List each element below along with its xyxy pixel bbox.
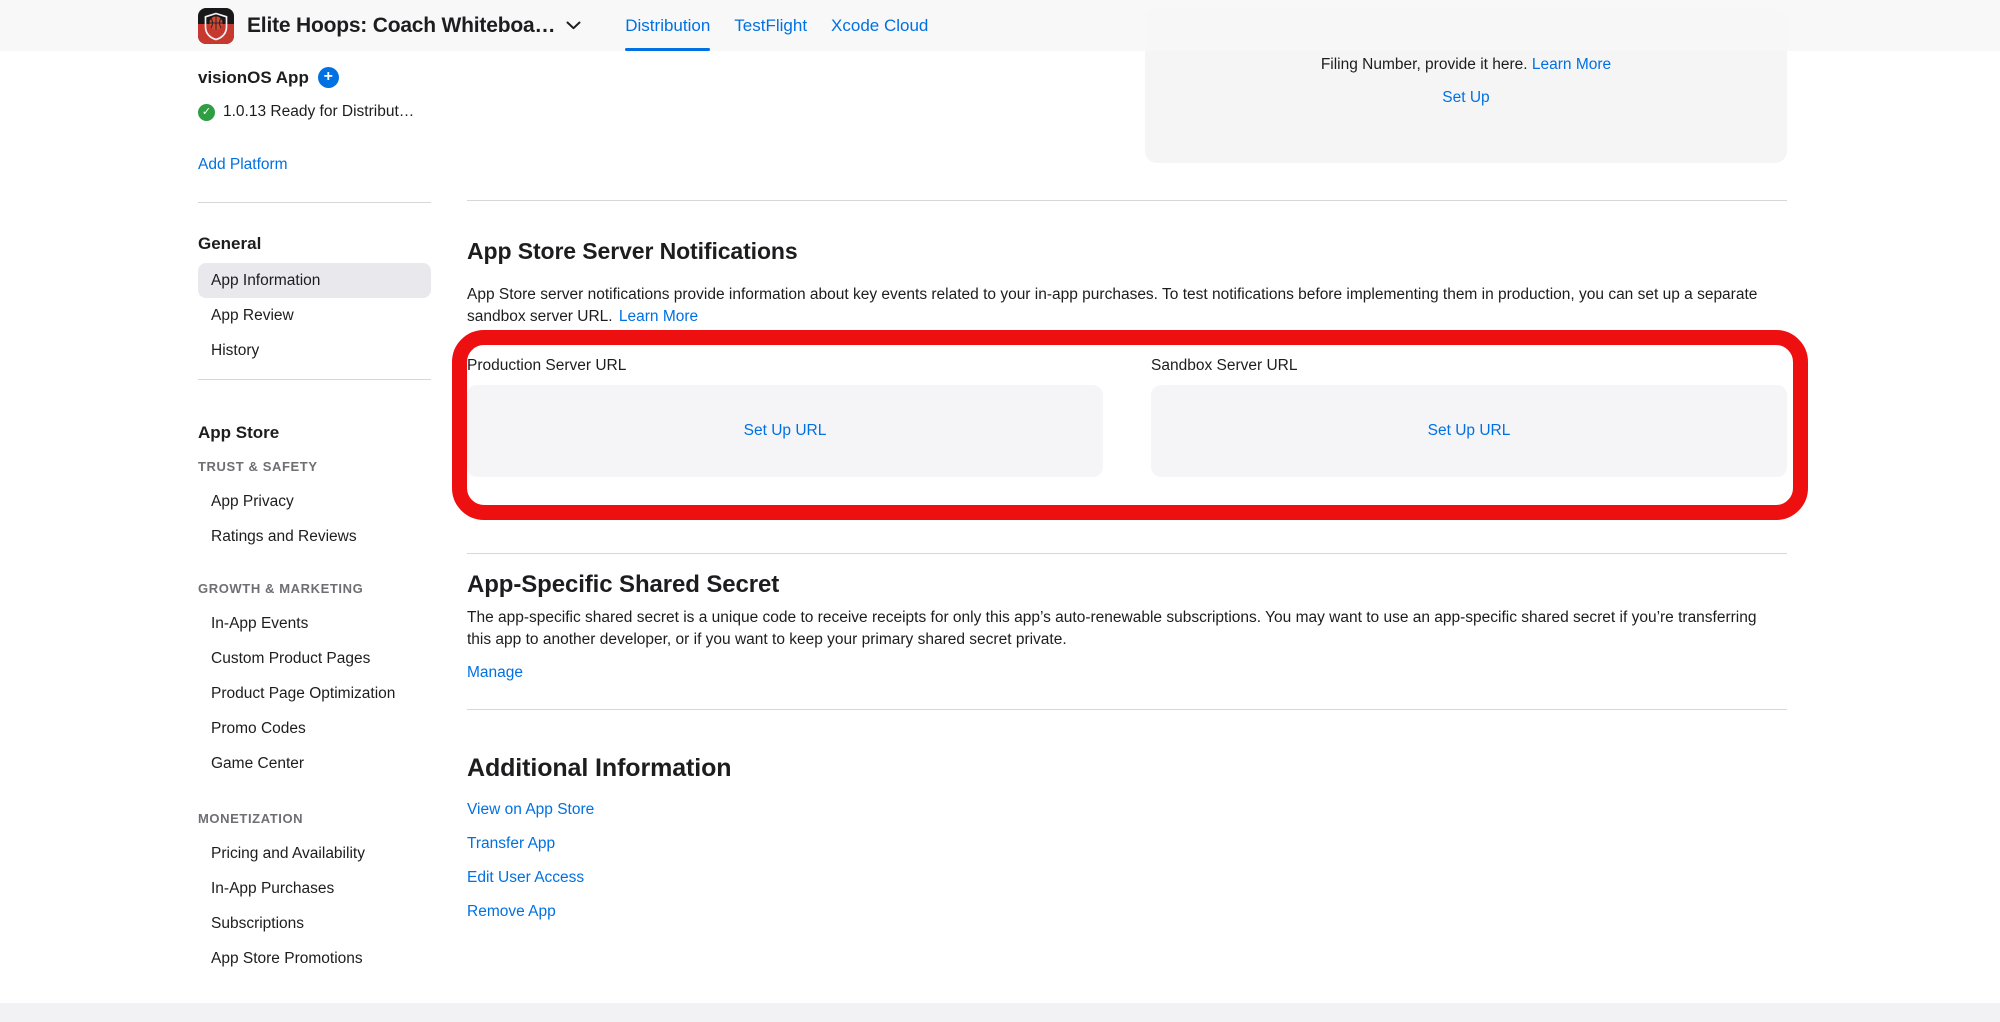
app-store-connect-page: Filing Number, provide it here. Learn Mo… bbox=[0, 0, 2000, 1022]
production-server-url-label: Production Server URL bbox=[467, 356, 1103, 376]
sandbox-set-up-url-link[interactable]: Set Up URL bbox=[1428, 422, 1511, 440]
sidebar-item-app-review[interactable]: App Review bbox=[198, 298, 431, 333]
section-divider bbox=[467, 709, 1787, 710]
sidebar-heading-app-store: App Store bbox=[198, 422, 431, 443]
red-highlight-annotation: Production Server URL Set Up URL Sandbox… bbox=[452, 330, 1808, 520]
section-divider bbox=[467, 200, 1787, 201]
sidebar-general-items: App Information App Review History bbox=[198, 263, 431, 368]
tab-testflight[interactable]: TestFlight bbox=[734, 0, 807, 51]
sidebar-item-app-store-promotions[interactable]: App Store Promotions bbox=[198, 941, 431, 976]
sidebar-section-monetization: MONETIZATION bbox=[198, 811, 431, 827]
sidebar-trust-safety-items: App Privacy Ratings and Reviews bbox=[198, 484, 431, 554]
shared-secret-title: App-Specific Shared Secret bbox=[467, 570, 1787, 599]
sidebar-monetization-items: Pricing and Availability In-App Purchase… bbox=[198, 836, 431, 976]
sandbox-server-url-label: Sandbox Server URL bbox=[1151, 356, 1787, 376]
top-navigation-bar: Elite Hoops: Coach Whiteboa… Distributio… bbox=[0, 0, 2000, 51]
sandbox-server-url-section: Sandbox Server URL Set Up URL bbox=[1151, 356, 1787, 505]
add-platform-link[interactable]: Add Platform bbox=[198, 155, 288, 175]
production-server-url-section: Production Server URL Set Up URL bbox=[467, 356, 1103, 505]
sidebar-item-subscriptions[interactable]: Subscriptions bbox=[198, 906, 431, 941]
additional-information-title: Additional Information bbox=[467, 753, 1787, 783]
server-notifications-title: App Store Server Notifications bbox=[467, 237, 1787, 265]
sidebar-heading-general: General bbox=[198, 233, 431, 254]
production-server-url-card: Set Up URL bbox=[467, 385, 1103, 477]
version-status-label: 1.0.13 Ready for Distribut… bbox=[223, 102, 414, 122]
sidebar-item-promo-codes[interactable]: Promo Codes bbox=[198, 711, 431, 746]
app-title: Elite Hoops: Coach Whiteboa… bbox=[247, 14, 555, 38]
app-icon bbox=[198, 8, 234, 44]
sidebar-section-trust-safety: TRUST & SAFETY bbox=[198, 459, 431, 475]
sidebar-item-in-app-purchases[interactable]: In-App Purchases bbox=[198, 871, 431, 906]
sidebar-item-product-page-optimization[interactable]: Product Page Optimization bbox=[198, 676, 431, 711]
sidebar-growth-marketing-items: In-App Events Custom Product Pages Produ… bbox=[198, 606, 431, 781]
primary-tabs: Distribution TestFlight Xcode Cloud bbox=[601, 0, 928, 51]
sidebar: visionOS App + ✓ 1.0.13 Ready for Distri… bbox=[198, 51, 431, 976]
sidebar-item-ratings-and-reviews[interactable]: Ratings and Reviews bbox=[198, 519, 431, 554]
sidebar-divider bbox=[198, 202, 431, 203]
tab-xcode-cloud[interactable]: Xcode Cloud bbox=[831, 0, 928, 51]
sandbox-server-url-card: Set Up URL bbox=[1151, 385, 1787, 477]
add-version-plus-icon[interactable]: + bbox=[318, 67, 339, 88]
production-set-up-url-link[interactable]: Set Up URL bbox=[744, 422, 827, 440]
version-status-row[interactable]: ✓ 1.0.13 Ready for Distribut… bbox=[198, 102, 431, 122]
additional-information-links: View on App Store Transfer App Edit User… bbox=[467, 800, 1787, 922]
platform-title: visionOS App bbox=[198, 67, 309, 88]
edit-user-access-link[interactable]: Edit User Access bbox=[467, 868, 584, 888]
server-notifications-learn-more-link[interactable]: Learn More bbox=[619, 308, 698, 325]
ready-check-icon: ✓ bbox=[198, 104, 215, 121]
manage-shared-secret-link[interactable]: Manage bbox=[467, 663, 523, 683]
transfer-app-link[interactable]: Transfer App bbox=[467, 834, 555, 854]
sidebar-item-app-privacy[interactable]: App Privacy bbox=[198, 484, 431, 519]
shared-secret-description: The app-specific shared secret is a uniq… bbox=[467, 607, 1757, 651]
page-footer-strip bbox=[0, 1003, 2000, 1022]
main-content: App Store Server Notifications App Store… bbox=[467, 51, 1787, 936]
chevron-down-icon[interactable] bbox=[566, 21, 581, 30]
sidebar-item-pricing-and-availability[interactable]: Pricing and Availability bbox=[198, 836, 431, 871]
section-divider bbox=[467, 553, 1787, 554]
tab-distribution[interactable]: Distribution bbox=[625, 0, 710, 51]
sidebar-item-game-center[interactable]: Game Center bbox=[198, 746, 431, 781]
sidebar-item-history[interactable]: History bbox=[198, 333, 431, 368]
remove-app-link[interactable]: Remove App bbox=[467, 902, 556, 922]
platform-header: visionOS App + bbox=[198, 67, 431, 88]
sidebar-item-app-information[interactable]: App Information bbox=[198, 263, 431, 298]
sidebar-item-custom-product-pages[interactable]: Custom Product Pages bbox=[198, 641, 431, 676]
server-notifications-description: App Store server notifications provide i… bbox=[467, 284, 1787, 328]
sidebar-divider bbox=[198, 379, 431, 380]
sidebar-section-growth-marketing: GROWTH & MARKETING bbox=[198, 581, 431, 597]
sidebar-item-in-app-events[interactable]: In-App Events bbox=[198, 606, 431, 641]
view-on-app-store-link[interactable]: View on App Store bbox=[467, 800, 594, 820]
